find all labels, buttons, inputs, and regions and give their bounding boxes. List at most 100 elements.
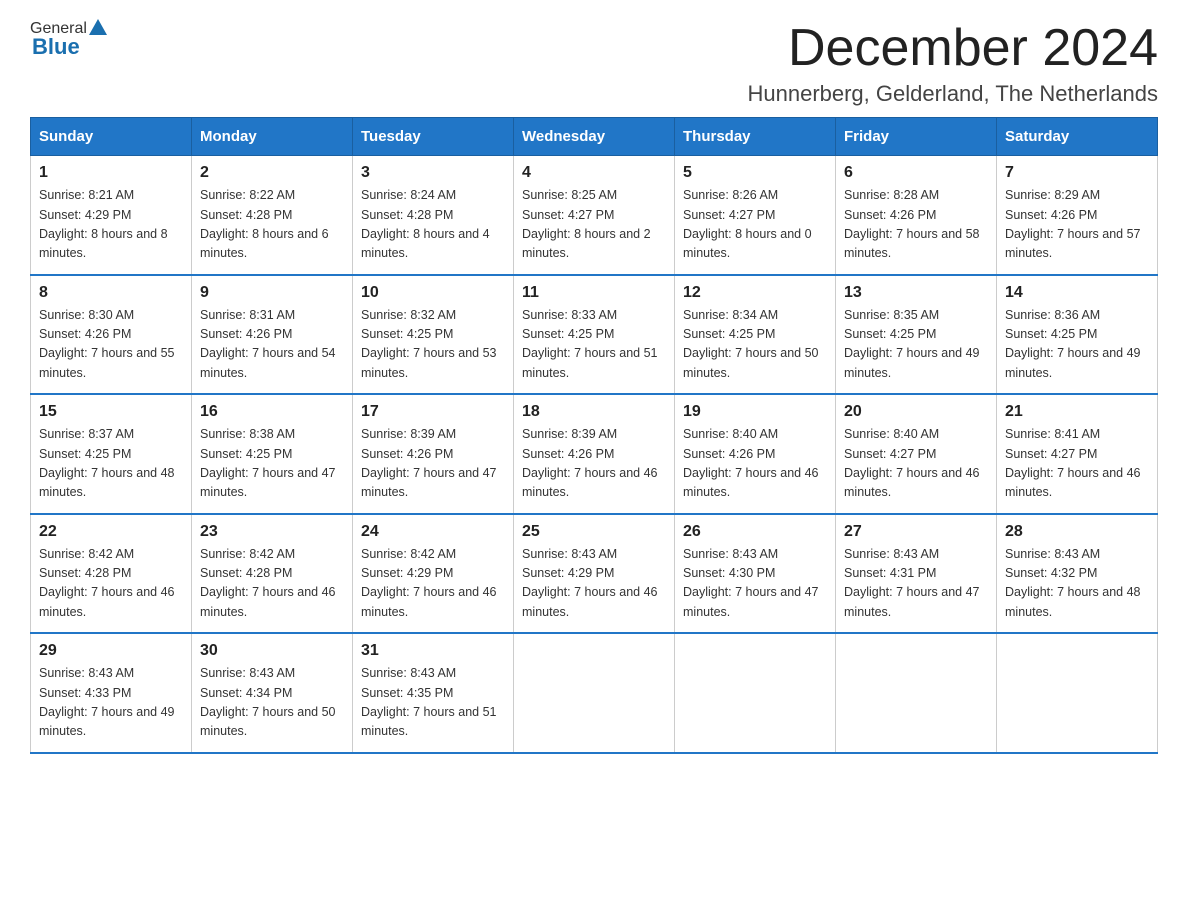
week-row-5: 29 Sunrise: 8:43 AMSunset: 4:33 PMDaylig…	[31, 633, 1158, 753]
day-number: 3	[361, 164, 505, 182]
day-number: 11	[522, 284, 666, 302]
day-info: Sunrise: 8:42 AMSunset: 4:29 PMDaylight:…	[361, 547, 497, 619]
day-number: 22	[39, 523, 183, 541]
calendar-cell: 27 Sunrise: 8:43 AMSunset: 4:31 PMDaylig…	[836, 514, 997, 634]
day-number: 24	[361, 523, 505, 541]
calendar-cell: 13 Sunrise: 8:35 AMSunset: 4:25 PMDaylig…	[836, 275, 997, 395]
day-info: Sunrise: 8:39 AMSunset: 4:26 PMDaylight:…	[361, 427, 497, 499]
day-info: Sunrise: 8:36 AMSunset: 4:25 PMDaylight:…	[1005, 308, 1141, 380]
day-number: 31	[361, 642, 505, 660]
calendar-cell: 16 Sunrise: 8:38 AMSunset: 4:25 PMDaylig…	[192, 394, 353, 514]
day-info: Sunrise: 8:35 AMSunset: 4:25 PMDaylight:…	[844, 308, 980, 380]
header-saturday: Saturday	[997, 118, 1158, 156]
day-info: Sunrise: 8:25 AMSunset: 4:27 PMDaylight:…	[522, 188, 651, 260]
calendar-cell: 7 Sunrise: 8:29 AMSunset: 4:26 PMDayligh…	[997, 156, 1158, 275]
calendar-cell: 1 Sunrise: 8:21 AMSunset: 4:29 PMDayligh…	[31, 156, 192, 275]
day-number: 12	[683, 284, 827, 302]
calendar-cell: 2 Sunrise: 8:22 AMSunset: 4:28 PMDayligh…	[192, 156, 353, 275]
day-number: 25	[522, 523, 666, 541]
day-number: 13	[844, 284, 988, 302]
calendar-table: Sunday Monday Tuesday Wednesday Thursday…	[30, 117, 1158, 754]
day-number: 23	[200, 523, 344, 541]
day-number: 26	[683, 523, 827, 541]
calendar-cell: 12 Sunrise: 8:34 AMSunset: 4:25 PMDaylig…	[675, 275, 836, 395]
header-sunday: Sunday	[31, 118, 192, 156]
calendar-cell: 28 Sunrise: 8:43 AMSunset: 4:32 PMDaylig…	[997, 514, 1158, 634]
day-number: 7	[1005, 164, 1149, 182]
week-row-3: 15 Sunrise: 8:37 AMSunset: 4:25 PMDaylig…	[31, 394, 1158, 514]
calendar-cell: 24 Sunrise: 8:42 AMSunset: 4:29 PMDaylig…	[353, 514, 514, 634]
day-number: 9	[200, 284, 344, 302]
day-info: Sunrise: 8:40 AMSunset: 4:27 PMDaylight:…	[844, 427, 980, 499]
month-title: December 2024	[747, 20, 1158, 77]
logo-area: General Blue	[30, 20, 109, 60]
calendar-cell: 26 Sunrise: 8:43 AMSunset: 4:30 PMDaylig…	[675, 514, 836, 634]
calendar-cell	[836, 633, 997, 753]
day-info: Sunrise: 8:34 AMSunset: 4:25 PMDaylight:…	[683, 308, 819, 380]
day-number: 8	[39, 284, 183, 302]
location-title: Hunnerberg, Gelderland, The Netherlands	[747, 81, 1158, 107]
day-number: 15	[39, 403, 183, 421]
day-number: 27	[844, 523, 988, 541]
calendar-cell: 6 Sunrise: 8:28 AMSunset: 4:26 PMDayligh…	[836, 156, 997, 275]
day-info: Sunrise: 8:43 AMSunset: 4:32 PMDaylight:…	[1005, 547, 1141, 619]
calendar-cell: 11 Sunrise: 8:33 AMSunset: 4:25 PMDaylig…	[514, 275, 675, 395]
day-number: 14	[1005, 284, 1149, 302]
day-info: Sunrise: 8:42 AMSunset: 4:28 PMDaylight:…	[39, 547, 175, 619]
day-info: Sunrise: 8:24 AMSunset: 4:28 PMDaylight:…	[361, 188, 490, 260]
week-row-4: 22 Sunrise: 8:42 AMSunset: 4:28 PMDaylig…	[31, 514, 1158, 634]
day-info: Sunrise: 8:40 AMSunset: 4:26 PMDaylight:…	[683, 427, 819, 499]
day-info: Sunrise: 8:22 AMSunset: 4:28 PMDaylight:…	[200, 188, 329, 260]
day-number: 29	[39, 642, 183, 660]
day-info: Sunrise: 8:43 AMSunset: 4:35 PMDaylight:…	[361, 666, 497, 738]
day-number: 18	[522, 403, 666, 421]
day-number: 1	[39, 164, 183, 182]
calendar-cell: 4 Sunrise: 8:25 AMSunset: 4:27 PMDayligh…	[514, 156, 675, 275]
calendar-cell: 18 Sunrise: 8:39 AMSunset: 4:26 PMDaylig…	[514, 394, 675, 514]
calendar-cell: 14 Sunrise: 8:36 AMSunset: 4:25 PMDaylig…	[997, 275, 1158, 395]
day-number: 6	[844, 164, 988, 182]
day-info: Sunrise: 8:43 AMSunset: 4:30 PMDaylight:…	[683, 547, 819, 619]
day-number: 10	[361, 284, 505, 302]
calendar-cell: 23 Sunrise: 8:42 AMSunset: 4:28 PMDaylig…	[192, 514, 353, 634]
calendar-cell: 20 Sunrise: 8:40 AMSunset: 4:27 PMDaylig…	[836, 394, 997, 514]
calendar-cell	[675, 633, 836, 753]
day-number: 17	[361, 403, 505, 421]
page-header: General Blue December 2024 Hunnerberg, G…	[30, 20, 1158, 107]
day-number: 2	[200, 164, 344, 182]
day-number: 28	[1005, 523, 1149, 541]
calendar-cell: 9 Sunrise: 8:31 AMSunset: 4:26 PMDayligh…	[192, 275, 353, 395]
calendar-cell: 21 Sunrise: 8:41 AMSunset: 4:27 PMDaylig…	[997, 394, 1158, 514]
calendar-cell: 19 Sunrise: 8:40 AMSunset: 4:26 PMDaylig…	[675, 394, 836, 514]
header-tuesday: Tuesday	[353, 118, 514, 156]
header-wednesday: Wednesday	[514, 118, 675, 156]
calendar-cell: 29 Sunrise: 8:43 AMSunset: 4:33 PMDaylig…	[31, 633, 192, 753]
day-info: Sunrise: 8:38 AMSunset: 4:25 PMDaylight:…	[200, 427, 336, 499]
title-area: December 2024 Hunnerberg, Gelderland, Th…	[747, 20, 1158, 107]
day-info: Sunrise: 8:39 AMSunset: 4:26 PMDaylight:…	[522, 427, 658, 499]
day-info: Sunrise: 8:21 AMSunset: 4:29 PMDaylight:…	[39, 188, 168, 260]
calendar-cell: 15 Sunrise: 8:37 AMSunset: 4:25 PMDaylig…	[31, 394, 192, 514]
day-info: Sunrise: 8:32 AMSunset: 4:25 PMDaylight:…	[361, 308, 497, 380]
calendar-cell: 25 Sunrise: 8:43 AMSunset: 4:29 PMDaylig…	[514, 514, 675, 634]
day-info: Sunrise: 8:43 AMSunset: 4:29 PMDaylight:…	[522, 547, 658, 619]
logo-blue-text: Blue	[32, 34, 80, 60]
day-info: Sunrise: 8:42 AMSunset: 4:28 PMDaylight:…	[200, 547, 336, 619]
day-info: Sunrise: 8:37 AMSunset: 4:25 PMDaylight:…	[39, 427, 175, 499]
day-number: 5	[683, 164, 827, 182]
calendar-cell: 22 Sunrise: 8:42 AMSunset: 4:28 PMDaylig…	[31, 514, 192, 634]
week-row-1: 1 Sunrise: 8:21 AMSunset: 4:29 PMDayligh…	[31, 156, 1158, 275]
day-info: Sunrise: 8:30 AMSunset: 4:26 PMDaylight:…	[39, 308, 175, 380]
calendar-cell: 31 Sunrise: 8:43 AMSunset: 4:35 PMDaylig…	[353, 633, 514, 753]
calendar-cell: 3 Sunrise: 8:24 AMSunset: 4:28 PMDayligh…	[353, 156, 514, 275]
day-info: Sunrise: 8:43 AMSunset: 4:31 PMDaylight:…	[844, 547, 980, 619]
day-number: 19	[683, 403, 827, 421]
calendar-cell: 30 Sunrise: 8:43 AMSunset: 4:34 PMDaylig…	[192, 633, 353, 753]
day-info: Sunrise: 8:26 AMSunset: 4:27 PMDaylight:…	[683, 188, 812, 260]
header-monday: Monday	[192, 118, 353, 156]
day-info: Sunrise: 8:29 AMSunset: 4:26 PMDaylight:…	[1005, 188, 1141, 260]
weekday-header-row: Sunday Monday Tuesday Wednesday Thursday…	[31, 118, 1158, 156]
logo-triangle-icon	[89, 19, 107, 35]
day-info: Sunrise: 8:41 AMSunset: 4:27 PMDaylight:…	[1005, 427, 1141, 499]
calendar-cell	[997, 633, 1158, 753]
